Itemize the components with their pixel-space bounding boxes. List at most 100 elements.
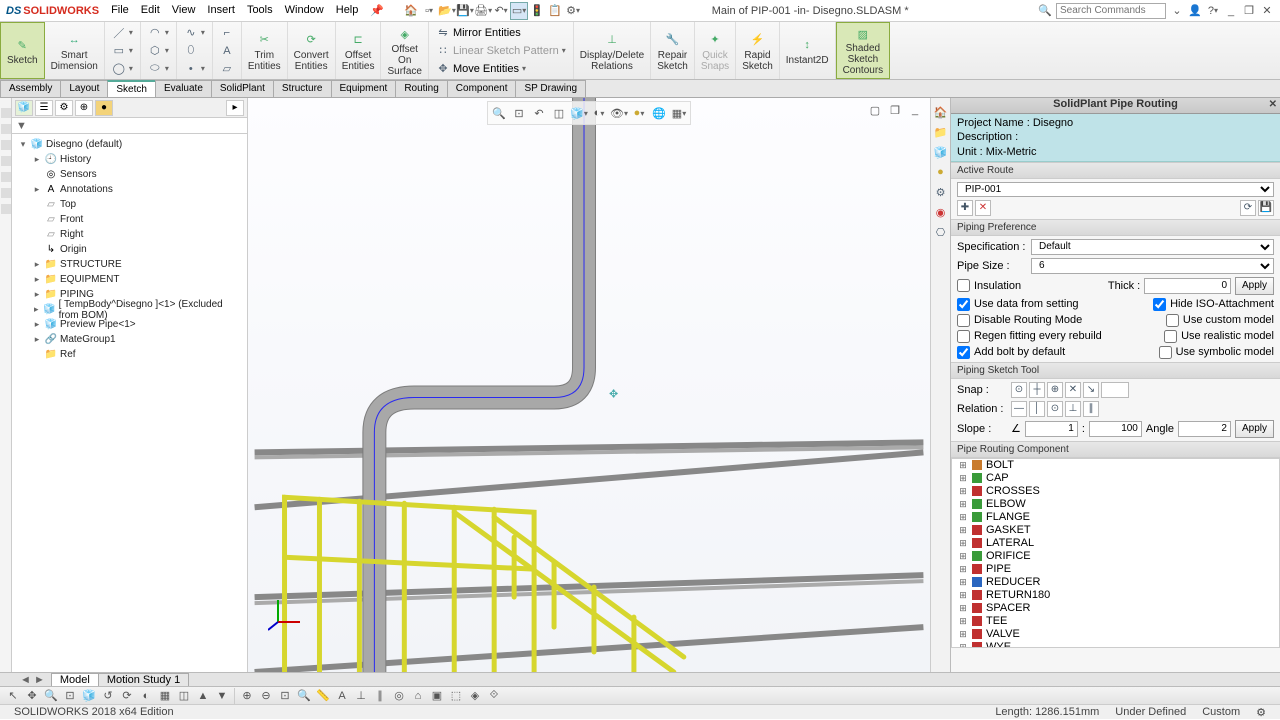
smart-dimension-button[interactable]: ↔Smart Dimension bbox=[45, 22, 105, 79]
rel-horiz-icon[interactable]: — bbox=[1011, 401, 1027, 417]
slope-apply-button[interactable]: Apply bbox=[1235, 420, 1274, 438]
snap-near-icon[interactable]: ↘ bbox=[1083, 382, 1099, 398]
appearance-icon[interactable]: ●▾ bbox=[630, 104, 648, 122]
taskpane-routing-icon[interactable]: ⎔ bbox=[933, 224, 949, 240]
add-bolt-checkbox[interactable]: Add bolt by default bbox=[957, 346, 1065, 359]
status-custom[interactable]: Custom bbox=[1194, 706, 1248, 718]
spline-tool[interactable]: ∿▾ bbox=[181, 24, 208, 41]
scene-icon[interactable]: 🌐 bbox=[650, 104, 668, 122]
slope-b-input[interactable] bbox=[1089, 421, 1142, 437]
bt-icon[interactable]: ⟳ bbox=[118, 687, 136, 705]
bt-icon[interactable]: 📏 bbox=[314, 687, 332, 705]
sketch-button[interactable]: ✎Sketch bbox=[0, 22, 45, 79]
graphics-viewport[interactable]: 🔍 ⊡ ↶ ◫ 🧊▾ ◐▾ 👁▾ ●▾ 🌐 ▦▾ ▢ ❐ _ bbox=[248, 98, 930, 672]
pipe-size-select[interactable]: 6 bbox=[1031, 258, 1274, 274]
bt-icon[interactable]: ▲ bbox=[194, 687, 212, 705]
menu-insert[interactable]: Insert bbox=[201, 1, 241, 20]
rel-parallel-icon[interactable]: ∥ bbox=[1083, 401, 1099, 417]
active-route-select[interactable]: PIP-001 bbox=[957, 182, 1274, 197]
bt-icon[interactable]: ▦ bbox=[156, 687, 174, 705]
symbolic-model-checkbox[interactable]: Use symbolic model bbox=[1159, 346, 1274, 359]
taskpane-design-icon[interactable]: 📁 bbox=[933, 124, 949, 140]
comp-tee[interactable]: ⊞TEE bbox=[952, 615, 1279, 628]
shaded-sketch-button[interactable]: ▨Shaded Sketch Contours bbox=[836, 22, 891, 79]
slot-tool[interactable]: ⬭▾ bbox=[145, 60, 172, 77]
fm-tab-prop-icon[interactable]: ☰ bbox=[35, 100, 53, 116]
save-icon[interactable]: 💾▾ bbox=[456, 2, 474, 20]
fm-tab-appear-icon[interactable]: ● bbox=[95, 100, 113, 116]
slope-a-input[interactable] bbox=[1025, 421, 1078, 437]
tree-item-right[interactable]: ▱Right bbox=[14, 227, 245, 242]
new-icon[interactable]: ▫▾ bbox=[420, 2, 438, 20]
bt-icon[interactable]: ⊡ bbox=[276, 687, 294, 705]
bt-icon[interactable]: ◎ bbox=[390, 687, 408, 705]
tree-item-top[interactable]: ▱Top bbox=[14, 197, 245, 212]
bt-icon[interactable]: ✥ bbox=[23, 687, 41, 705]
bt-icon[interactable]: ⊖ bbox=[257, 687, 275, 705]
bt-icon[interactable]: ⌂ bbox=[409, 687, 427, 705]
feature-tree[interactable]: ▾🧊Disegno (default) ▸🕘History ◎Sensors ▸… bbox=[12, 134, 247, 672]
tree-item-mategroup[interactable]: ▸🔗MateGroup1 bbox=[14, 332, 245, 347]
status-gear-icon[interactable]: ⚙ bbox=[1248, 706, 1274, 719]
comp-gasket[interactable]: ⊞GASKET bbox=[952, 524, 1279, 537]
snap-mid-icon[interactable]: ┼ bbox=[1029, 382, 1045, 398]
tab-evaluate[interactable]: Evaluate bbox=[155, 80, 212, 97]
comp-valve[interactable]: ⊞VALVE bbox=[952, 628, 1279, 641]
tab-assembly[interactable]: Assembly bbox=[0, 80, 61, 97]
bt-icon[interactable]: ▼ bbox=[213, 687, 231, 705]
panel-close-icon[interactable]: ✕ bbox=[1269, 99, 1277, 110]
tab-routing[interactable]: Routing bbox=[395, 80, 447, 97]
taskpane-home-icon[interactable]: 🏠 bbox=[933, 104, 949, 120]
tree-item-history[interactable]: ▸🕘History bbox=[14, 152, 245, 167]
comp-return180[interactable]: ⊞RETURN180 bbox=[952, 589, 1279, 602]
doc-min-icon[interactable]: _ bbox=[906, 101, 924, 119]
home-icon[interactable]: 🏠 bbox=[402, 2, 420, 20]
move-entities-button[interactable]: ✥Move Entities▾ bbox=[433, 60, 569, 77]
comp-reducer[interactable]: ⊞REDUCER bbox=[952, 576, 1279, 589]
tab-solidplant[interactable]: SolidPlant bbox=[211, 80, 274, 97]
tab-motion-study[interactable]: Motion Study 1 bbox=[98, 673, 189, 686]
zoom-fit-icon[interactable]: 🔍 bbox=[490, 104, 508, 122]
select-icon[interactable]: ▭▾ bbox=[510, 2, 528, 20]
doc-restore-icon[interactable]: ❐ bbox=[886, 101, 904, 119]
bt-icon[interactable]: ↖ bbox=[4, 687, 22, 705]
bt-icon[interactable]: ◫ bbox=[175, 687, 193, 705]
tree-root[interactable]: ▾🧊Disegno (default) bbox=[14, 137, 245, 152]
bt-icon[interactable]: ⊥ bbox=[352, 687, 370, 705]
bt-icon[interactable]: ▣ bbox=[428, 687, 446, 705]
display-delete-relations-button[interactable]: ⊥Display/Delete Relations bbox=[574, 22, 651, 79]
tree-item-equipment[interactable]: ▸📁EQUIPMENT bbox=[14, 272, 245, 287]
tab-structure[interactable]: Structure bbox=[273, 80, 332, 97]
bt-icon[interactable]: 🧊 bbox=[80, 687, 98, 705]
repair-sketch-button[interactable]: 🔧Repair Sketch bbox=[651, 22, 695, 79]
taskpane-solidplant-icon[interactable]: ◉ bbox=[933, 204, 949, 220]
filter-icon[interactable]: ▼ bbox=[16, 120, 27, 132]
strip-icon[interactable] bbox=[1, 204, 11, 214]
tree-item-structure[interactable]: ▸📁STRUCTURE bbox=[14, 257, 245, 272]
point-tool[interactable]: •▾ bbox=[181, 60, 208, 77]
bt-icon[interactable]: ⊕ bbox=[238, 687, 256, 705]
close-icon[interactable]: ✕ bbox=[1260, 4, 1274, 18]
tab-component[interactable]: Component bbox=[447, 80, 517, 97]
bt-icon[interactable]: ↺ bbox=[99, 687, 117, 705]
zoom-area-icon[interactable]: ⊡ bbox=[510, 104, 528, 122]
rebuild-icon[interactable]: 🚦 bbox=[528, 2, 546, 20]
offset-surface-button[interactable]: ◈Offset On Surface bbox=[381, 22, 428, 79]
comp-bolt[interactable]: ⊞BOLT bbox=[952, 459, 1279, 472]
hide-iso-checkbox[interactable]: Hide ISO-Attachment bbox=[1153, 298, 1274, 311]
prev-view-icon[interactable]: ↶ bbox=[530, 104, 548, 122]
realistic-model-checkbox[interactable]: Use realistic model bbox=[1164, 330, 1274, 343]
text-tool[interactable]: A bbox=[217, 42, 237, 59]
trim-entities-button[interactable]: ✂Trim Entities bbox=[242, 22, 288, 79]
route-delete-icon[interactable]: ✕ bbox=[975, 200, 991, 216]
fm-tab-dim-icon[interactable]: ⊕ bbox=[75, 100, 93, 116]
plane-tool[interactable]: ▱ bbox=[217, 60, 237, 77]
settings-icon[interactable]: ⚙▾ bbox=[564, 2, 582, 20]
rel-perp-icon[interactable]: ⊥ bbox=[1065, 401, 1081, 417]
route-new-icon[interactable]: ✚ bbox=[957, 200, 973, 216]
tree-item-front[interactable]: ▱Front bbox=[14, 212, 245, 227]
open-icon[interactable]: 📂▾ bbox=[438, 2, 456, 20]
strip-icon[interactable] bbox=[1, 140, 11, 150]
poly-tool[interactable]: ⬡▾ bbox=[145, 42, 172, 59]
rel-coinc-icon[interactable]: ⊙ bbox=[1047, 401, 1063, 417]
